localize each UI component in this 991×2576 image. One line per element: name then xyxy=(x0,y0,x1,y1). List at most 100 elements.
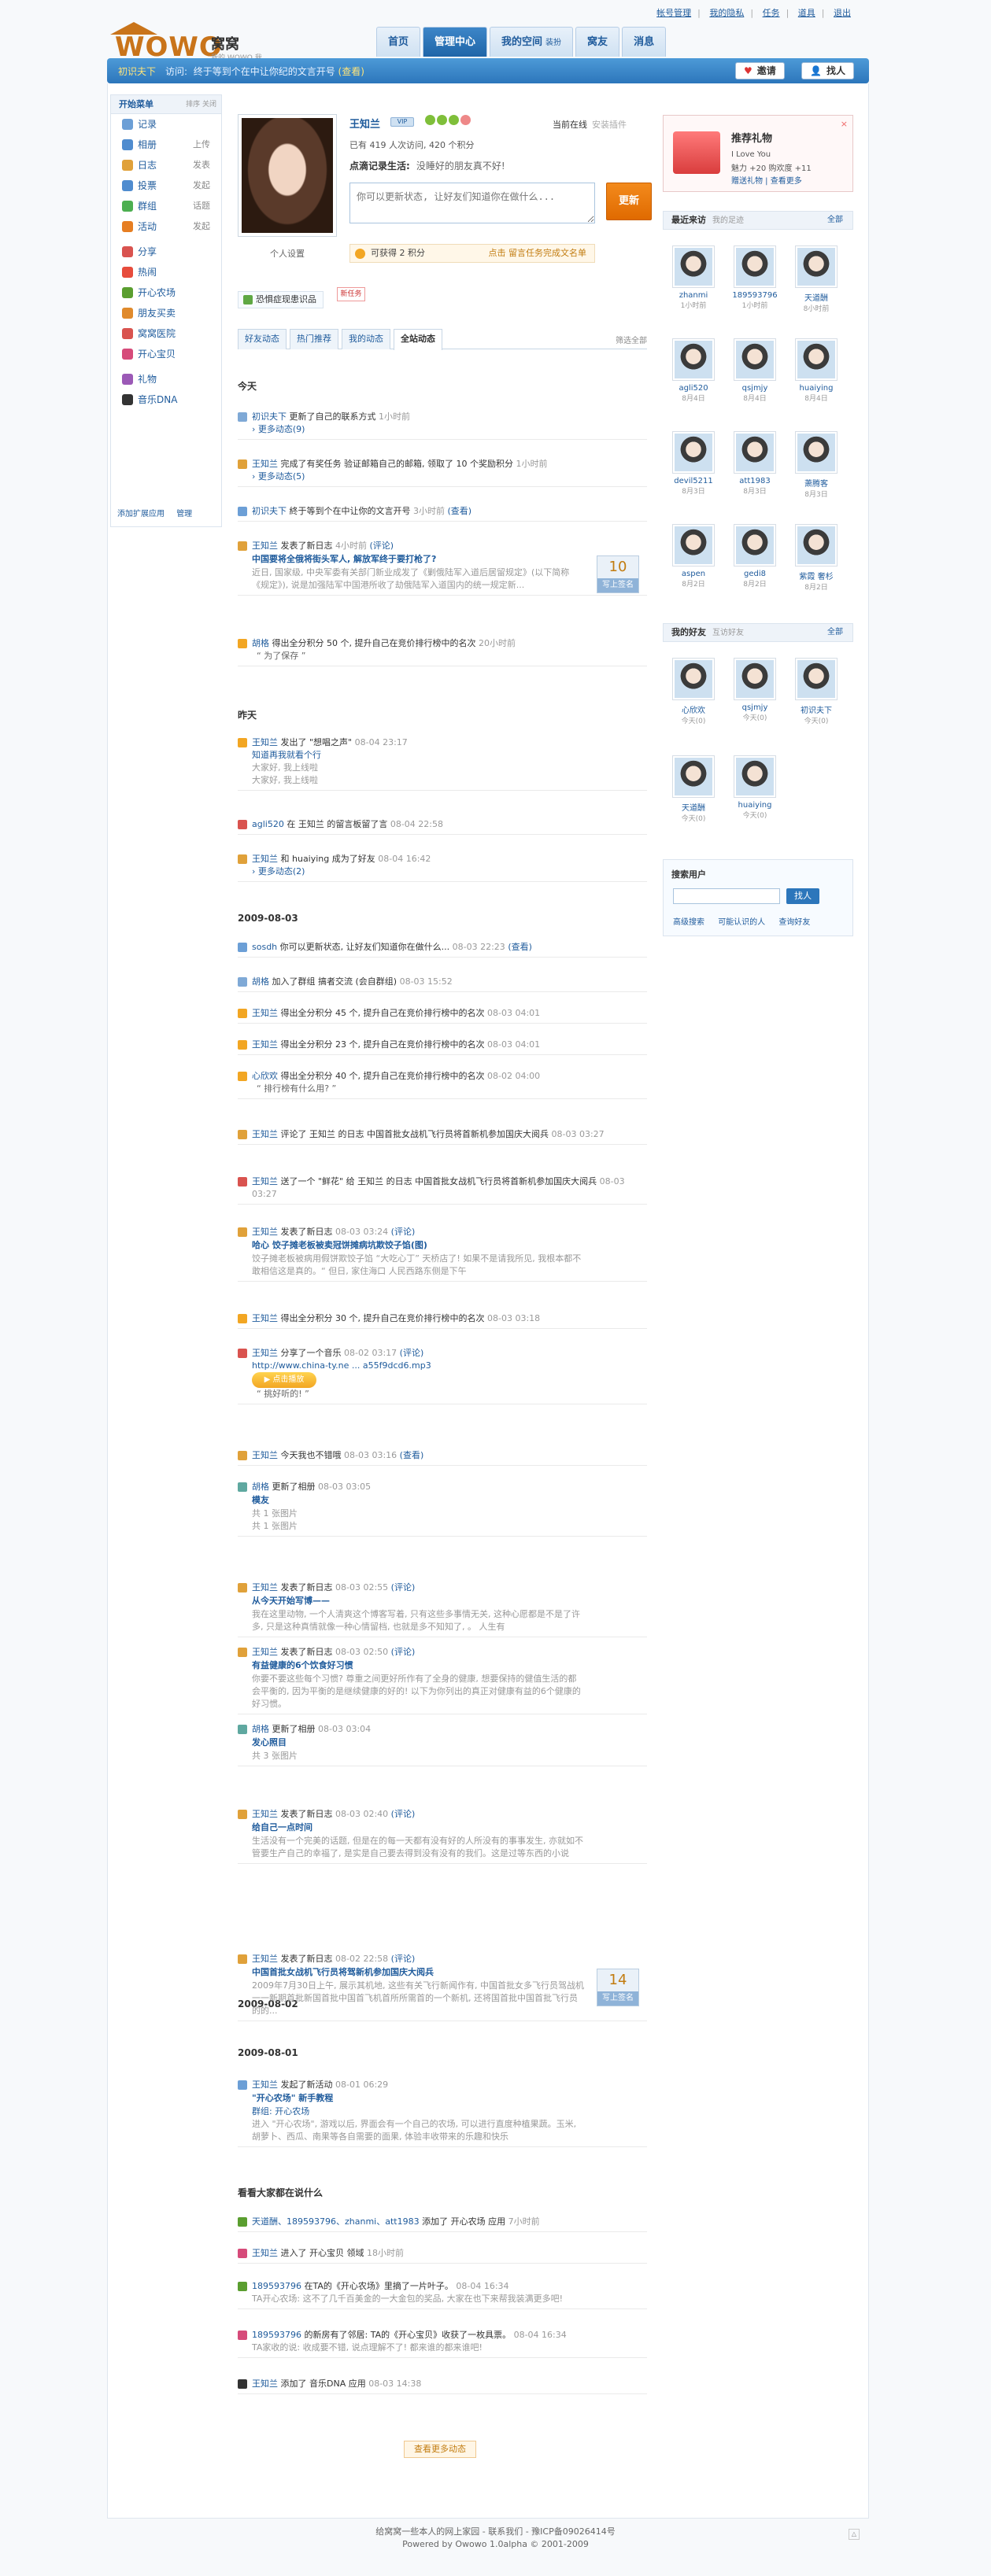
link-tasks[interactable]: 任务 xyxy=(763,8,780,18)
feed-extra-link[interactable]: (查看) xyxy=(448,506,472,516)
sidebar-item[interactable]: 分享 xyxy=(111,242,221,262)
feed-user[interactable]: 王知兰 xyxy=(252,1039,278,1050)
feed-extra-link[interactable]: (评论) xyxy=(391,1227,416,1237)
close-icon[interactable]: × xyxy=(841,119,848,129)
sidebar-item[interactable]: 热闹 xyxy=(111,262,221,282)
avatar[interactable] xyxy=(734,431,776,474)
feed-user[interactable]: 王知兰 xyxy=(252,1348,278,1358)
sidebar-item[interactable]: 日志 发表 xyxy=(111,155,221,175)
mutual-friends-link[interactable]: 互访好友 xyxy=(712,629,744,637)
feed-sub-link[interactable]: 群组: 开心农场 xyxy=(238,2105,647,2118)
visitor-card[interactable]: zhanmi 1小时前 xyxy=(667,245,719,310)
feed-user[interactable]: 王知兰 xyxy=(252,1582,278,1592)
nav-myspace[interactable]: 我的空间 装扮 xyxy=(490,27,574,57)
footer-links[interactable]: 给窝窝一些本人的网上家园 - 联系我们 - 豫ICP备09026414号 xyxy=(0,2526,991,2538)
avatar[interactable] xyxy=(672,755,715,798)
friend-name[interactable]: 天道酬 xyxy=(790,291,842,303)
points-link[interactable]: 点击 留言任务完成文名单 xyxy=(489,245,587,262)
feed-extra-link[interactable]: (评论) xyxy=(391,1809,416,1819)
friend-name[interactable]: huaiying xyxy=(729,801,781,810)
audio-play-button[interactable]: ▶ 点击播放 xyxy=(252,1372,316,1388)
friend-name[interactable]: 紫霞 奢杉 xyxy=(790,570,842,581)
profile-name[interactable]: 王知兰 xyxy=(349,116,380,131)
link-logout[interactable]: 退出 xyxy=(834,8,851,18)
friend-name[interactable]: att1983 xyxy=(729,477,781,485)
sidebar-item[interactable]: 朋友买卖 xyxy=(111,303,221,323)
mood-input[interactable] xyxy=(349,183,595,223)
feed-user[interactable]: 王知兰 xyxy=(252,459,278,469)
friend-name[interactable]: 189593796 xyxy=(729,291,781,300)
install-plugin-link[interactable]: 安装插件 xyxy=(592,120,627,130)
visitor-card[interactable]: devil5211 8月3日 xyxy=(667,431,719,496)
feed-user[interactable]: 王知兰 xyxy=(252,2080,278,2090)
friend-name[interactable]: qsjmjy xyxy=(729,703,781,712)
friends-all-link[interactable]: 全部 xyxy=(827,624,843,641)
search-input[interactable] xyxy=(673,888,780,904)
feed-user[interactable]: 王知兰 xyxy=(252,1176,278,1187)
visitor-card[interactable]: 189593796 1小时前 xyxy=(729,245,781,310)
feed-user[interactable]: 189593796 xyxy=(252,2330,301,2340)
feed-user[interactable]: 初识夫下 xyxy=(252,411,287,422)
sidebar-item[interactable]: 投票 发起 xyxy=(111,175,221,196)
find-people-button[interactable]: 👤 找人 xyxy=(801,62,854,79)
feed-user[interactable]: 胡格 xyxy=(252,976,269,987)
visitor-card[interactable]: huaiying 8月4日 xyxy=(790,338,842,403)
feed-extra-link[interactable]: (评论) xyxy=(391,1582,416,1592)
avatar[interactable] xyxy=(734,338,776,381)
avatar[interactable] xyxy=(672,431,715,474)
avatar[interactable] xyxy=(795,524,838,566)
friend-name[interactable]: qsjmjy xyxy=(729,384,781,393)
friend-name[interactable]: 天道酬 xyxy=(667,801,719,813)
avatar[interactable] xyxy=(734,245,776,288)
feed-user[interactable]: 天道酬、189593796、zhanmi、att1983 xyxy=(252,2216,420,2227)
feed-filter[interactable]: 筛选全部 xyxy=(616,334,647,345)
feed-title[interactable]: 模友 xyxy=(238,1493,647,1508)
feed-sub-link[interactable]: › 更多动态(9) xyxy=(238,423,647,436)
feed-title[interactable]: 中国首批女战机飞行员将驾新机参加国庆大阅兵 xyxy=(238,1965,647,1980)
friend-card[interactable]: huaiying 今天(0) xyxy=(729,755,781,820)
friend-name[interactable]: aspen xyxy=(667,570,719,578)
friend-name[interactable]: huaiying xyxy=(790,384,842,393)
feed-user[interactable]: agli520 xyxy=(252,819,284,829)
feed-sub-link[interactable]: http://www.china-ty.ne ... a55f9dcd6.mp3 xyxy=(238,1360,647,1372)
link-props[interactable]: 道具 xyxy=(798,8,815,18)
link-privacy[interactable]: 我的隐私 xyxy=(709,8,744,18)
mood-submit-button[interactable]: 更新 xyxy=(606,183,652,220)
tab-my-feed[interactable]: 我的动态 xyxy=(342,329,390,349)
site-logo[interactable]: WOWO 窝窝 我的 WOWO 我的家 xyxy=(110,17,268,72)
feed-title[interactable]: 有益健康的6个饮食好习惯 xyxy=(238,1659,647,1673)
avatar[interactable] xyxy=(672,245,715,288)
feed-user[interactable]: 王知兰 xyxy=(252,1008,278,1018)
friend-name[interactable]: 心欣欢 xyxy=(667,703,719,715)
sidebar-item[interactable]: 音乐DNA xyxy=(111,389,221,410)
notice-text[interactable]: 初识夫下 访问: 终于等到个在中让你纪的文言开号 (查看) xyxy=(118,65,364,78)
feed-user[interactable]: 王知兰 xyxy=(252,1129,278,1139)
friend-name[interactable]: 萧腾客 xyxy=(790,477,842,489)
tab-all-feed[interactable]: 全站动态 xyxy=(394,329,442,350)
feed-user[interactable]: 王知兰 xyxy=(252,2379,278,2389)
feed-user[interactable]: 王知兰 xyxy=(252,2248,278,2258)
visitor-card[interactable]: 萧腾客 8月3日 xyxy=(790,431,842,499)
visitor-card[interactable]: gedi8 8月2日 xyxy=(729,524,781,589)
feed-title[interactable]: 中国要将全俄将街头军人, 解放军终于要打枪了? xyxy=(238,552,647,566)
tab-friends-feed[interactable]: 好友动态 xyxy=(238,329,287,349)
feed-extra-link[interactable]: (查看) xyxy=(400,1450,424,1460)
feed-extra-link[interactable]: (评论) xyxy=(391,1954,416,1964)
avatar[interactable] xyxy=(734,658,776,700)
link-account[interactable]: 帐号管理 xyxy=(656,8,691,18)
feed-user[interactable]: 胡格 xyxy=(252,1482,269,1492)
avatar[interactable] xyxy=(734,755,776,798)
vote-box[interactable]: 10 写上签名 xyxy=(597,555,639,593)
query-friends-link[interactable]: 查询好友 xyxy=(778,918,810,927)
feed-extra-link[interactable]: (评论) xyxy=(400,1348,424,1358)
nav-home[interactable]: 首页 xyxy=(376,27,421,57)
sidebar-item[interactable]: 礼物 xyxy=(111,369,221,389)
feed-user[interactable]: 胡格 xyxy=(252,638,269,648)
feed-user[interactable]: 王知兰 xyxy=(252,854,278,864)
feed-title[interactable]: 哈心 饺子摊老板被卖冠饼摊病坑欺饺子馅(图) xyxy=(238,1238,647,1253)
feed-user[interactable]: 王知兰 xyxy=(252,1647,278,1657)
profile-avatar[interactable] xyxy=(238,114,337,237)
friend-name[interactable]: zhanmi xyxy=(667,291,719,300)
feed-user[interactable]: 王知兰 xyxy=(252,1809,278,1819)
sidebar-item[interactable]: 记录 xyxy=(111,114,221,135)
